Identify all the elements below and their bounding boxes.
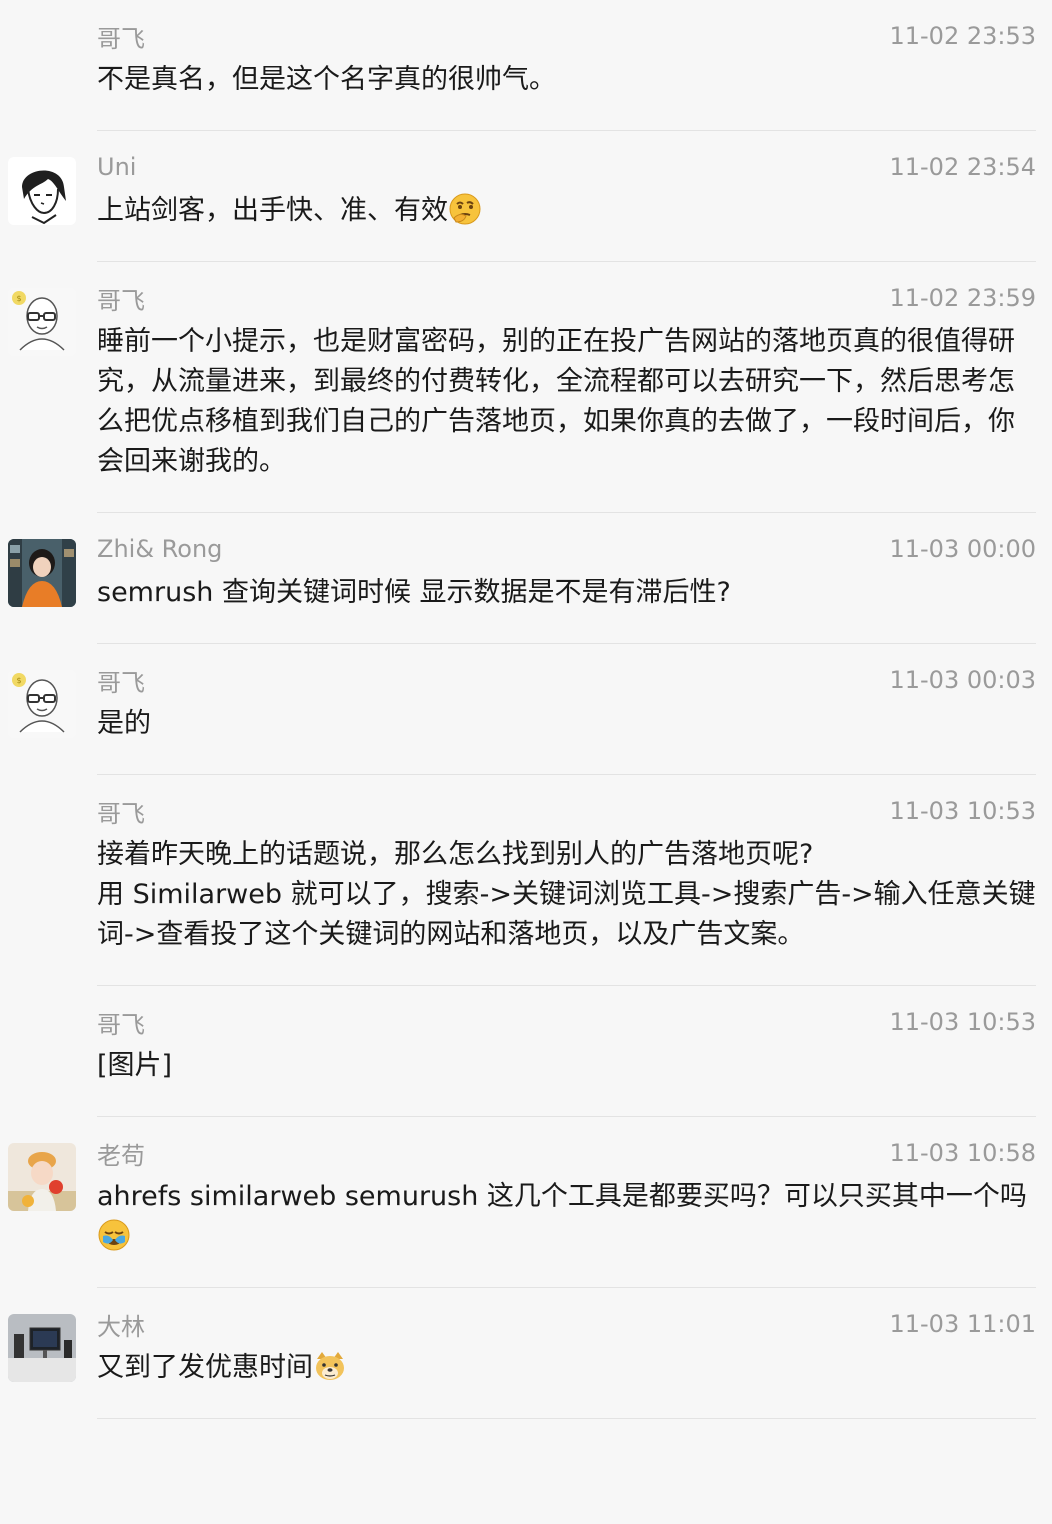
message-body: 哥飞 11-03 00:03 是的 bbox=[97, 644, 1036, 775]
message-time: 11-03 00:03 bbox=[889, 666, 1036, 694]
message-text-container: 上站剑客，出手快、准、有效 bbox=[97, 191, 1036, 231]
message-text-container: ahrefs similarweb semurush 这几个工具是都要买吗？可以… bbox=[97, 1177, 1036, 1257]
facepalm-emoji-icon bbox=[98, 1219, 130, 1251]
message-time: 11-03 00:00 bbox=[889, 535, 1036, 563]
message-text: 不是真名，但是这个名字真的很帅气。 bbox=[97, 64, 556, 95]
child-photo-avatar-icon bbox=[8, 1143, 76, 1211]
message-meta: 哥飞 11-03 00:03 bbox=[97, 663, 1036, 698]
message-time: 11-03 10:58 bbox=[889, 1139, 1036, 1167]
sender-name[interactable]: Zhi& Rong bbox=[97, 535, 222, 563]
message-body: 大林 11-03 11:01 又到了发优惠时间 bbox=[97, 1288, 1036, 1419]
sender-name[interactable]: 哥飞 bbox=[97, 794, 145, 829]
chat-message: 哥飞 11-03 10:53 接着昨天晚上的话题说，那么怎么找到别人的广告落地页… bbox=[0, 775, 1052, 986]
message-meta: Uni 11-02 23:54 bbox=[97, 151, 1036, 183]
image-placeholder-text[interactable]: [图片] bbox=[97, 1046, 1036, 1086]
message-text-container: 又到了发优惠时间 bbox=[97, 1348, 1036, 1388]
sender-name[interactable]: 哥飞 bbox=[97, 281, 145, 316]
message-time: 11-03 11:01 bbox=[889, 1310, 1036, 1338]
avatar[interactable]: $ bbox=[8, 670, 76, 738]
chat-message: $ 哥飞 11-03 00:03 是的 bbox=[0, 644, 1052, 775]
svg-text:$: $ bbox=[16, 676, 21, 685]
message-text: 上站剑客，出手快、准、有效 bbox=[97, 195, 448, 226]
sender-name[interactable]: 哥飞 bbox=[97, 19, 145, 54]
doge-emoji-icon bbox=[316, 1352, 344, 1380]
message-text: semrush 查询关键词时候 显示数据是不是有滞后性? bbox=[97, 577, 731, 608]
sender-name[interactable]: Uni bbox=[97, 153, 136, 181]
svg-text:$: $ bbox=[16, 294, 21, 303]
message-time: 11-02 23:59 bbox=[889, 284, 1036, 312]
message-text: ahrefs similarweb semurush 这几个工具是都要买吗？可以… bbox=[97, 1181, 1027, 1212]
message-meta: 哥飞 11-02 23:53 bbox=[97, 19, 1036, 54]
avatar[interactable] bbox=[8, 1314, 76, 1382]
chat-message: 哥飞 11-02 23:53 不是真名，但是这个名字真的很帅气。 bbox=[0, 0, 1052, 131]
sender-name[interactable]: 哥飞 bbox=[97, 663, 145, 698]
message-text: 接着昨天晚上的话题说，那么怎么找到别人的广告落地页呢? 用 Similarweb… bbox=[97, 839, 1036, 950]
sender-name[interactable]: 大林 bbox=[97, 1307, 145, 1342]
message-body: Uni 11-02 23:54 上站剑客，出手快、准、有效 bbox=[97, 131, 1036, 262]
message-text: 是的 bbox=[97, 708, 151, 739]
desk-photo-avatar-icon bbox=[8, 1314, 76, 1382]
avatar[interactable]: $ bbox=[8, 288, 76, 356]
thinking-face-emoji-icon bbox=[449, 193, 481, 225]
message-meta: 大林 11-03 11:01 bbox=[97, 1307, 1036, 1342]
message-body: 老苟 11-03 10:58 ahrefs similarweb semurus… bbox=[97, 1117, 1036, 1288]
sender-name[interactable]: 哥飞 bbox=[97, 1005, 145, 1040]
chat-message: 大林 11-03 11:01 又到了发优惠时间 bbox=[0, 1288, 1052, 1419]
chat-message: $ 哥飞 11-02 23:59 睡前一个小提示，也是财富密码，别的正在投广告网… bbox=[0, 262, 1052, 513]
message-time: 11-02 23:53 bbox=[889, 22, 1036, 50]
message-meta: 哥飞 11-02 23:59 bbox=[97, 281, 1036, 316]
message-body: Zhi& Rong 11-03 00:00 semrush 查询关键词时候 显示… bbox=[97, 513, 1036, 644]
avatar[interactable] bbox=[8, 539, 76, 607]
chat-message: Uni 11-02 23:54 上站剑客，出手快、准、有效 bbox=[0, 131, 1052, 262]
message-body: 哥飞 11-03 10:53 [图片] bbox=[97, 986, 1036, 1117]
girl-photo-avatar-icon bbox=[8, 539, 76, 607]
message-text: 睡前一个小提示，也是财富密码，别的正在投广告网站的落地页真的很值得研究，从流量进… bbox=[97, 326, 1015, 477]
message-time: 11-02 23:54 bbox=[889, 153, 1036, 181]
message-body: 哥飞 11-02 23:59 睡前一个小提示，也是财富密码，别的正在投广告网站的… bbox=[97, 262, 1036, 513]
chat-message: 老苟 11-03 10:58 ahrefs similarweb semurus… bbox=[0, 1117, 1052, 1288]
avatar[interactable] bbox=[8, 1143, 76, 1211]
chat-message: 哥飞 11-03 10:53 [图片] bbox=[0, 986, 1052, 1117]
message-meta: 哥飞 11-03 10:53 bbox=[97, 794, 1036, 829]
message-meta: 老苟 11-03 10:58 bbox=[97, 1136, 1036, 1171]
sender-name[interactable]: 老苟 bbox=[97, 1136, 145, 1171]
message-body: 哥飞 11-02 23:53 不是真名，但是这个名字真的很帅气。 bbox=[97, 0, 1036, 131]
anime-sketch-avatar-icon bbox=[8, 157, 76, 225]
glasses-cartoon-avatar-icon: $ bbox=[8, 288, 76, 356]
message-body: 哥飞 11-03 10:53 接着昨天晚上的话题说，那么怎么找到别人的广告落地页… bbox=[97, 775, 1036, 986]
avatar[interactable] bbox=[8, 157, 76, 225]
message-meta: Zhi& Rong 11-03 00:00 bbox=[97, 533, 1036, 565]
chat-message: Zhi& Rong 11-03 00:00 semrush 查询关键词时候 显示… bbox=[0, 513, 1052, 644]
message-time: 11-03 10:53 bbox=[889, 797, 1036, 825]
message-time: 11-03 10:53 bbox=[889, 1008, 1036, 1036]
message-meta: 哥飞 11-03 10:53 bbox=[97, 1005, 1036, 1040]
chat-message-list: 哥飞 11-02 23:53 不是真名，但是这个名字真的很帅气。 Uni 11-… bbox=[0, 0, 1052, 1419]
message-text: 又到了发优惠时间 bbox=[97, 1352, 313, 1383]
glasses-cartoon-avatar-icon: $ bbox=[8, 670, 76, 738]
